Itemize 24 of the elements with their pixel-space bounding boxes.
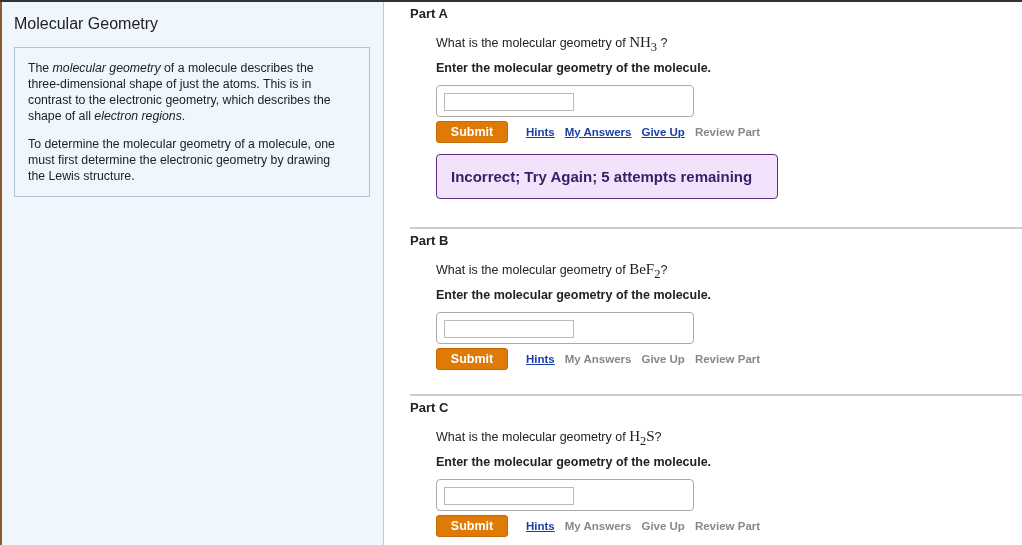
action-link[interactable]: My Answers bbox=[564, 126, 632, 138]
answer-field[interactable] bbox=[444, 320, 574, 338]
instruction-text: Enter the molecular geometry of the molecule. bbox=[436, 287, 713, 304]
feedback-message: Incorrect; Try Again; 5 attempts remaining bbox=[436, 154, 778, 199]
instruction-text: Enter the molecular geometry of the molecule. bbox=[436, 60, 713, 77]
question-text: What is the molecular geometry of NH$_{3}$ ? bbox=[436, 34, 669, 52]
submit-button[interactable]: Submit bbox=[436, 348, 508, 370]
answer-field[interactable] bbox=[444, 487, 574, 505]
answer-field[interactable] bbox=[444, 93, 574, 111]
sidebar-title: Molecular Geometry bbox=[14, 15, 160, 33]
part-title: Part C bbox=[410, 400, 450, 416]
intro-paragraph: To determine the molecular geometry of a molecule, one must first determine the electronic geometry by drawing the Lewis structure. bbox=[28, 136, 336, 184]
action-link[interactable]: Give Up bbox=[641, 126, 685, 138]
instruction-text: Enter the molecular geometry of the molecule. bbox=[436, 454, 713, 471]
part-title: Part B bbox=[410, 233, 450, 249]
intro-paragraph: The molecular geometry of a molecule describes the three-dimensional shape of just the atoms. This is in contrast to the electronic geometry, which describes the shape of all electron regions. bbox=[28, 60, 332, 124]
action-link[interactable]: Hints bbox=[526, 520, 555, 532]
action-link[interactable]: Hints bbox=[526, 126, 555, 138]
part-title: Part A bbox=[410, 6, 449, 22]
submit-button[interactable]: Submit bbox=[436, 515, 508, 537]
question-text: What is the molecular geometry of H$_{2}$S? bbox=[436, 428, 663, 446]
action-link[interactable]: Hints bbox=[526, 353, 555, 365]
submit-button[interactable]: Submit bbox=[436, 121, 508, 143]
question-text: What is the molecular geometry of BeF$_{2}$? bbox=[436, 261, 669, 279]
